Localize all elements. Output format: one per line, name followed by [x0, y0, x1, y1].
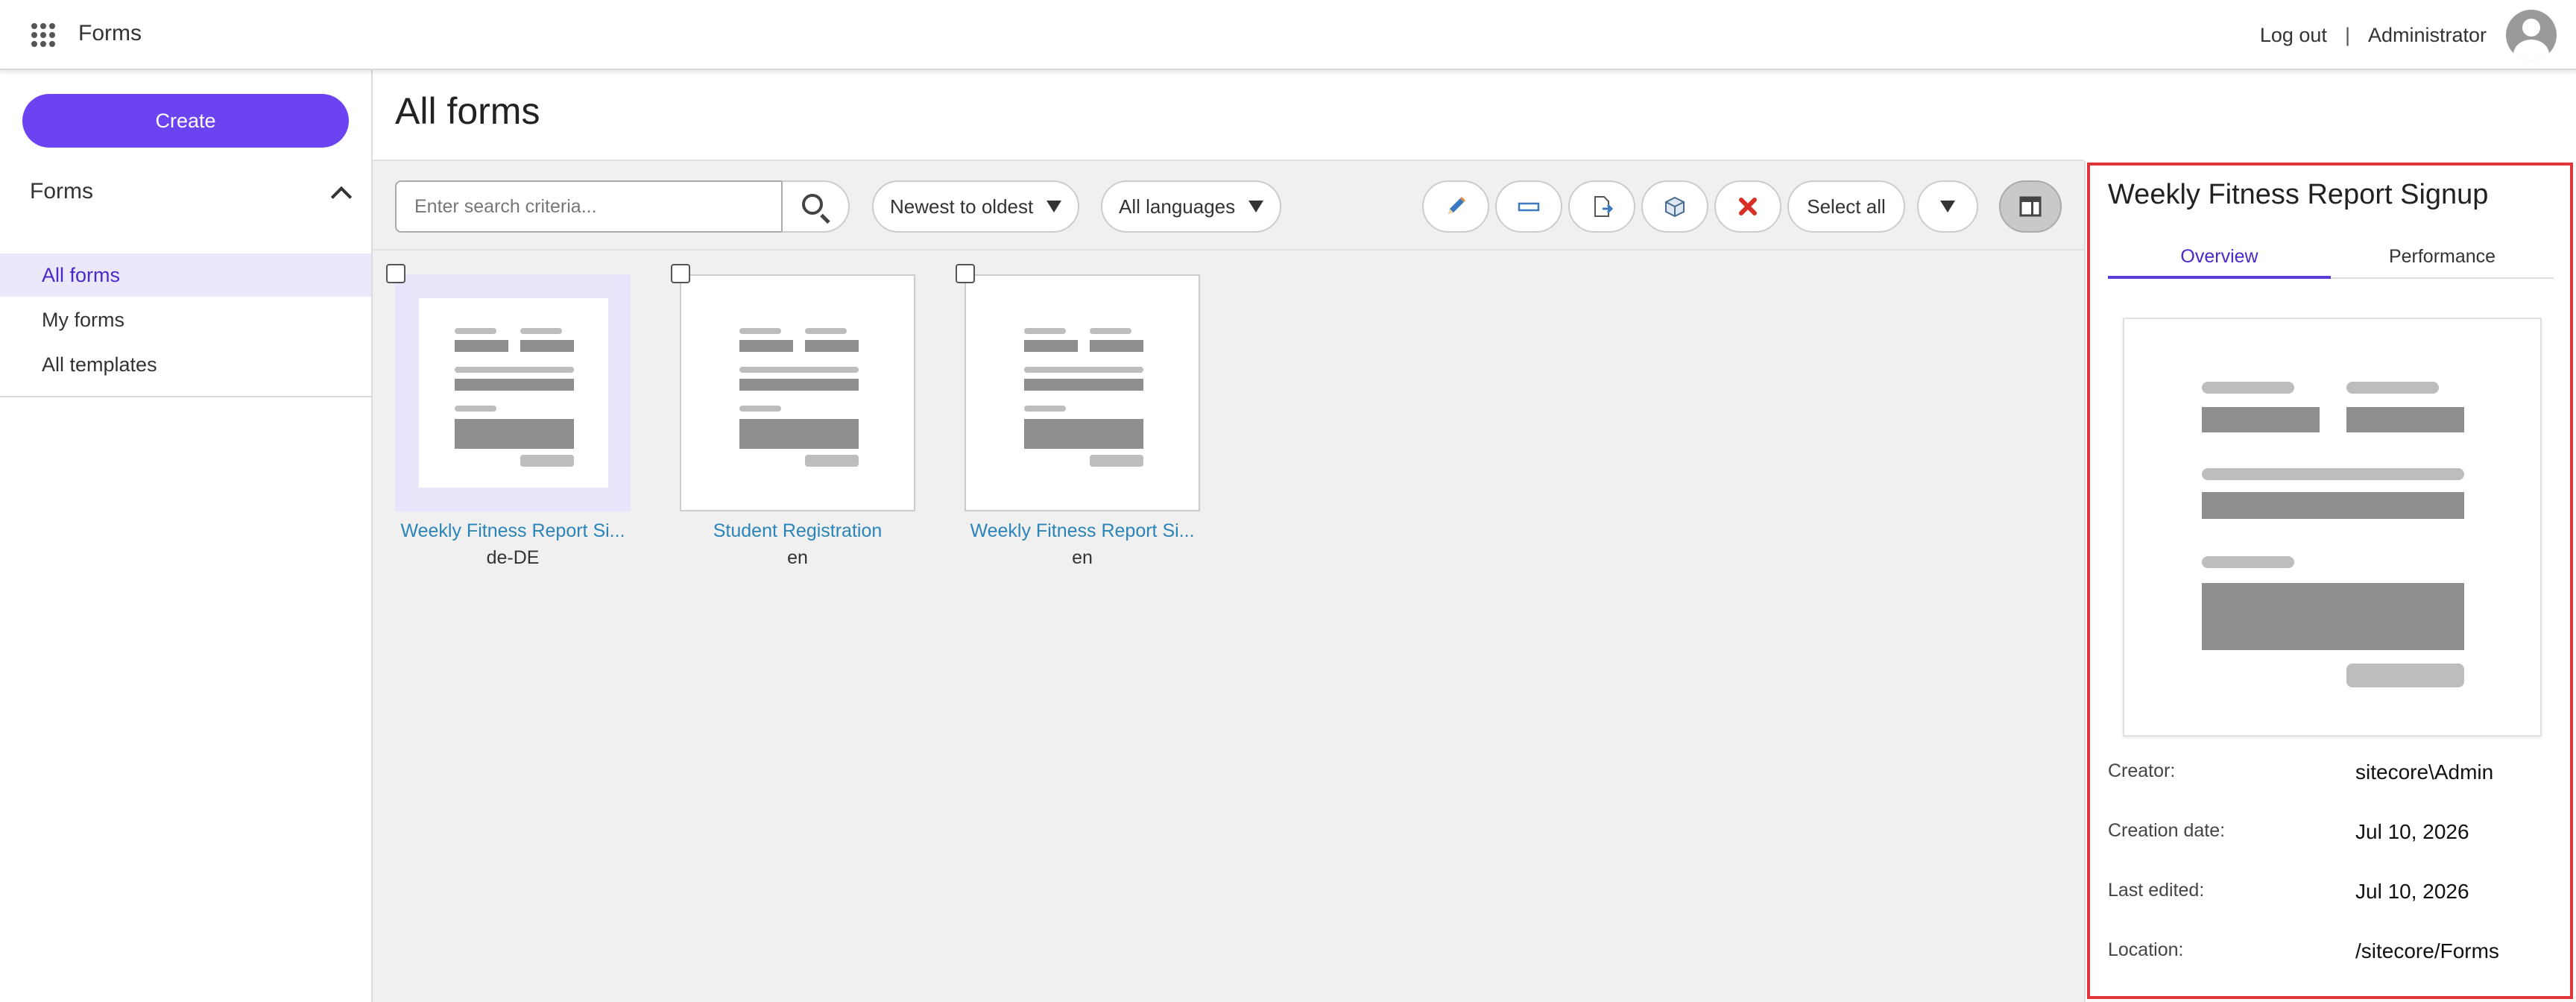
delete-button[interactable]: [1714, 180, 1781, 233]
select-all-button[interactable]: Select all: [1787, 180, 1905, 233]
sidebar-section-title: Forms: [30, 179, 93, 204]
creation-date-label: Creation date:: [2108, 820, 2226, 841]
rename-icon: [1518, 202, 1540, 212]
form-thumbnail: [704, 298, 893, 488]
caret-down-icon: [1046, 201, 1062, 212]
form-thumbnail: [419, 298, 608, 488]
language-label: All languages: [1119, 195, 1236, 218]
sidebar-section-forms[interactable]: Forms: [0, 167, 371, 212]
sidebar-item-my-forms[interactable]: My forms: [0, 298, 371, 341]
form-card-weekly-fitness-de[interactable]: [395, 274, 631, 511]
search-icon: [802, 194, 823, 215]
search-input[interactable]: [395, 180, 783, 233]
export-icon: [1594, 196, 1614, 217]
more-actions-button[interactable]: [1917, 180, 1978, 233]
form-thumbnail: [988, 298, 1178, 488]
sidebar-item-all-templates[interactable]: All templates: [0, 343, 371, 386]
location-label: Location:: [2108, 939, 2184, 960]
details-title: Weekly Fitness Report Signup: [2108, 179, 2489, 210]
location-value: /sitecore/Forms: [2355, 939, 2499, 962]
form-card-title[interactable]: Student Registration: [680, 520, 915, 542]
user-name: Administrator: [2367, 23, 2487, 46]
caret-down-icon: [1248, 201, 1264, 212]
creator-value: sitecore\Admin: [2355, 760, 2494, 784]
tab-performance[interactable]: Performance: [2331, 236, 2554, 279]
sidebar: Create Forms All forms My forms All temp…: [0, 70, 373, 1002]
form-card-language: en: [1072, 547, 1093, 568]
package-icon: [1665, 196, 1685, 218]
sort-label: Newest to oldest: [890, 195, 1034, 218]
creation-date-value: Jul 10, 2026: [2355, 820, 2469, 843]
package-button[interactable]: [1641, 180, 1708, 233]
form-card-title[interactable]: Weekly Fitness Report Si...: [395, 520, 631, 542]
export-button[interactable]: [1568, 180, 1635, 233]
form-card-language: de-DE: [486, 547, 540, 568]
sidebar-divider: [0, 396, 371, 397]
caret-down-icon: [1940, 201, 1955, 212]
form-card-student-registration[interactable]: [680, 274, 915, 511]
main-header: All forms: [373, 70, 2084, 160]
edit-button[interactable]: [1422, 180, 1489, 233]
last-edited-value: Jul 10, 2026: [2355, 880, 2469, 903]
forms-grid: Weekly Fitness Report Si... de-DE Studen…: [373, 250, 2084, 1002]
form-card-weekly-fitness-en[interactable]: [965, 274, 1200, 511]
form-checkbox[interactable]: [956, 264, 975, 283]
tab-overview[interactable]: Overview: [2108, 236, 2331, 279]
chevron-up-icon[interactable]: [330, 186, 353, 208]
form-checkbox[interactable]: [671, 264, 690, 283]
user-area: Log out | Administrator: [2260, 0, 2557, 70]
search-box: [395, 180, 850, 233]
panel-icon: [2019, 196, 2042, 217]
separator: |: [2344, 23, 2350, 46]
details-panel: Weekly Fitness Report Signup Overview Pe…: [2084, 161, 2576, 1002]
last-edited-label: Last edited:: [2108, 880, 2205, 901]
form-preview: [2123, 318, 2542, 737]
edit-icon: [1448, 197, 1465, 214]
logout-link[interactable]: Log out: [2260, 24, 2327, 47]
top-bar: Forms Log out | Administrator: [0, 0, 2576, 70]
sidebar-item-all-forms[interactable]: All forms: [0, 253, 371, 297]
create-button[interactable]: Create: [22, 94, 349, 148]
details-panel-toggle[interactable]: [1999, 180, 2062, 233]
rename-button[interactable]: [1495, 180, 1562, 233]
page-title: All forms: [395, 90, 540, 132]
delete-icon: [1739, 198, 1757, 215]
app-title: Forms: [78, 21, 142, 45]
search-button[interactable]: [781, 180, 850, 233]
app-launcher-icon[interactable]: [31, 23, 55, 47]
toolbar: Newest to oldest All languages: [373, 160, 2084, 250]
form-card-language: en: [787, 547, 808, 568]
sort-dropdown[interactable]: Newest to oldest: [872, 180, 1080, 233]
form-card-title[interactable]: Weekly Fitness Report Si...: [965, 520, 1200, 542]
language-dropdown[interactable]: All languages: [1101, 180, 1282, 233]
creator-label: Creator:: [2108, 760, 2176, 781]
details-tabs: Overview Performance: [2108, 236, 2554, 279]
form-checkbox[interactable]: [386, 264, 405, 283]
avatar[interactable]: [2506, 10, 2557, 60]
